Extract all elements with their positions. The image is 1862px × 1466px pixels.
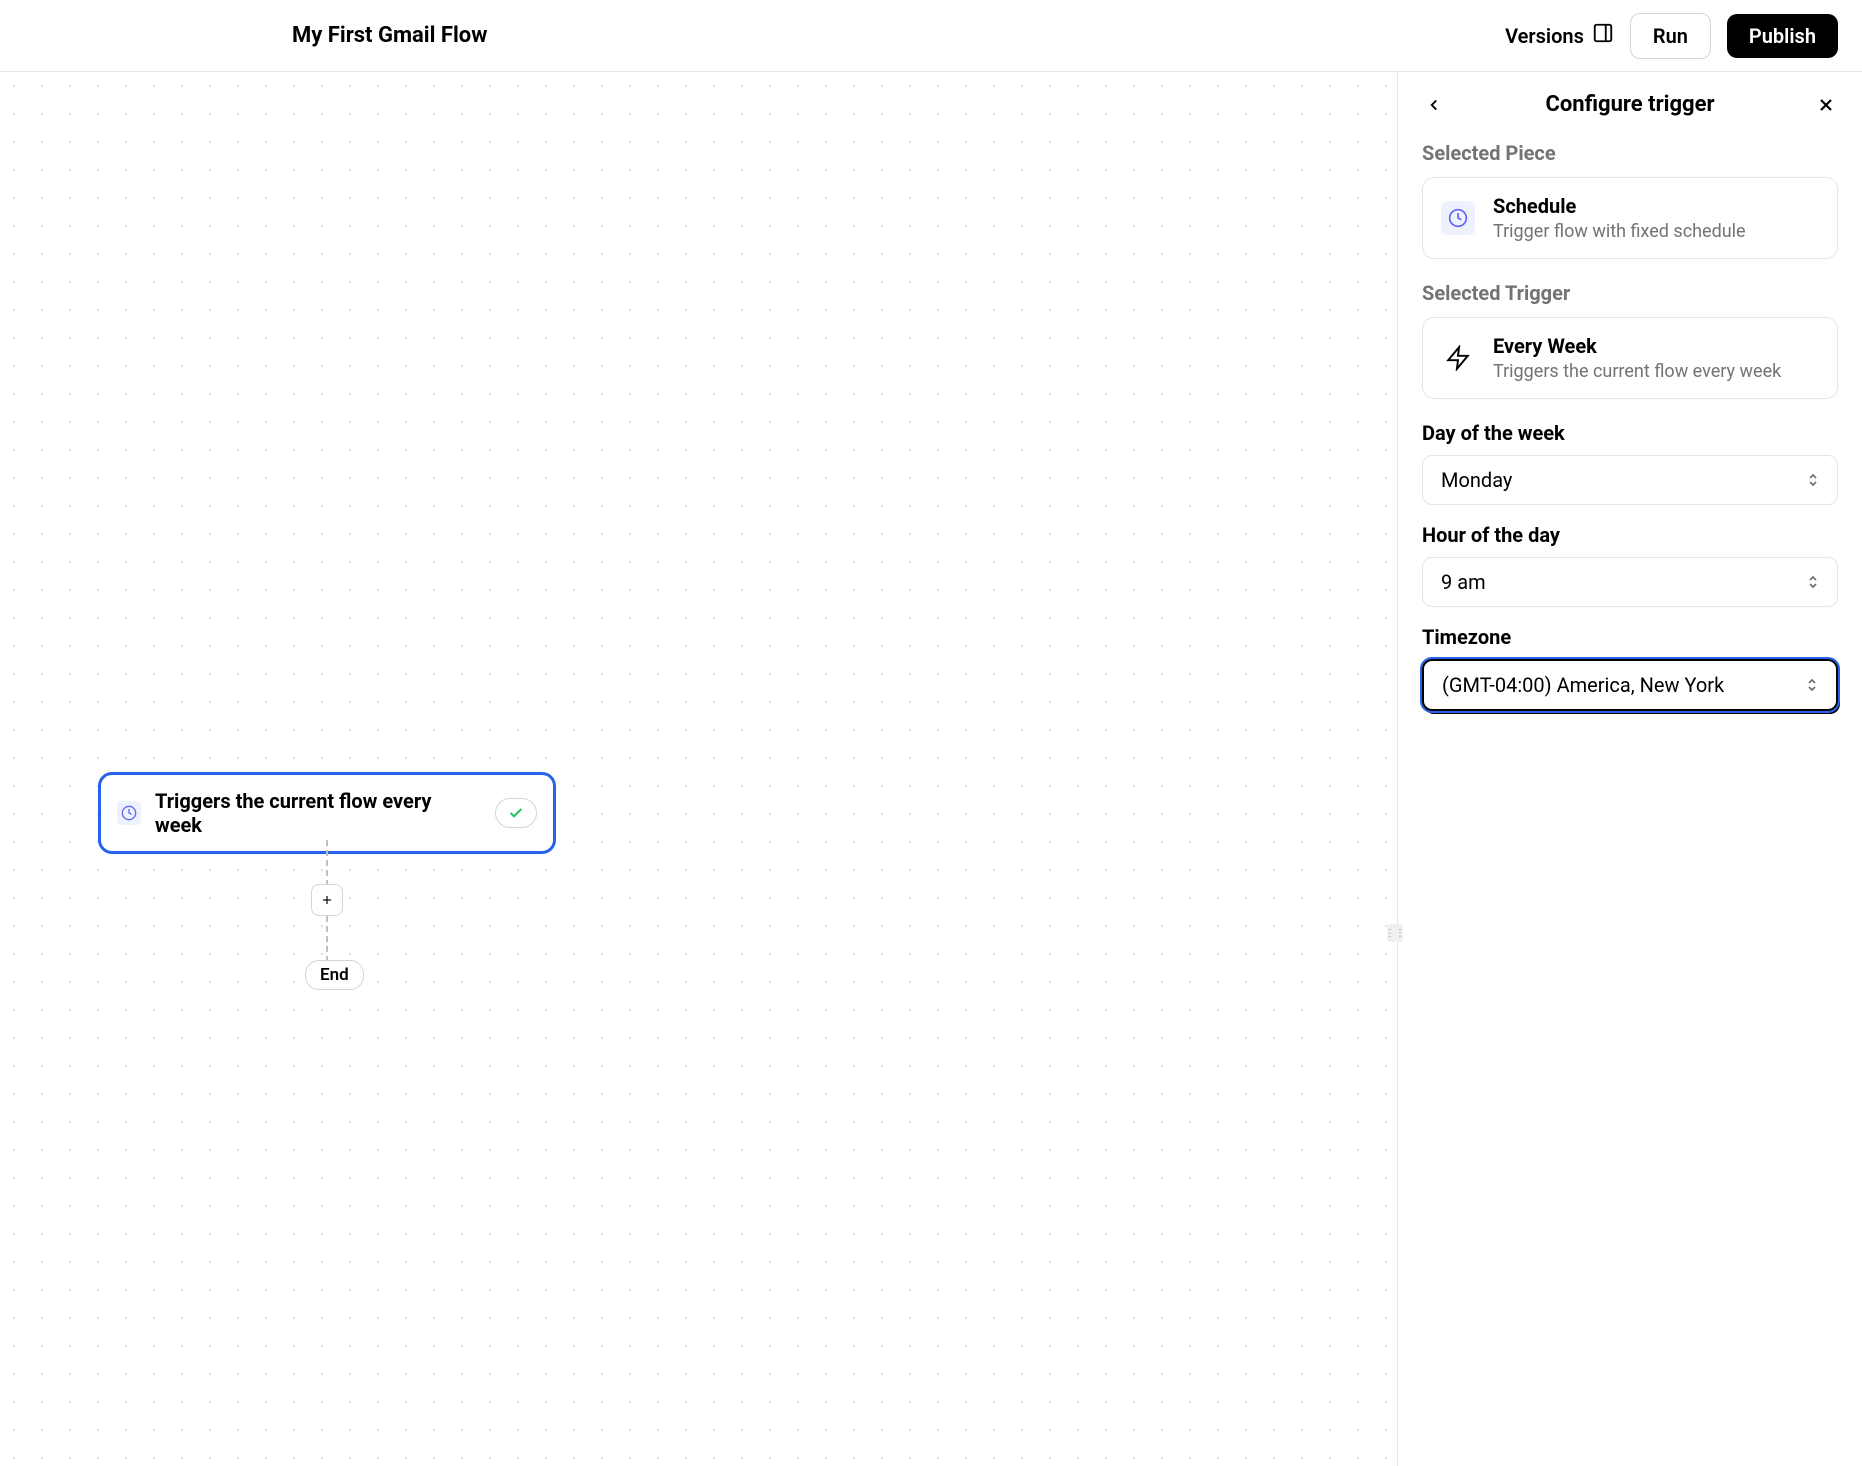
hour-select[interactable]: 9 am	[1422, 557, 1838, 607]
chevron-up-down-icon	[1807, 575, 1819, 589]
selected-piece-label: Selected Piece	[1422, 141, 1838, 165]
flow-canvas[interactable]: Triggers the current flow every week End…	[0, 72, 1398, 1466]
hour-field-label: Hour of the day	[1422, 523, 1838, 547]
run-button[interactable]: Run	[1630, 13, 1711, 59]
piece-desc: Trigger flow with fixed schedule	[1493, 221, 1746, 242]
main-area: Triggers the current flow every week End…	[0, 72, 1862, 1466]
schedule-icon	[1441, 201, 1475, 235]
trigger-valid-badge	[495, 798, 537, 828]
schedule-icon	[117, 801, 141, 825]
add-step-button[interactable]	[311, 884, 343, 916]
flow-connector-line	[326, 916, 328, 962]
back-button[interactable]	[1422, 93, 1446, 117]
day-value: Monday	[1441, 468, 1512, 492]
bolt-icon	[1441, 341, 1475, 375]
selected-piece-card[interactable]: Schedule Trigger flow with fixed schedul…	[1422, 177, 1838, 259]
trigger-desc: Triggers the current flow every week	[1493, 361, 1781, 382]
timezone-field-label: Timezone	[1422, 625, 1838, 649]
versions-button[interactable]: Versions	[1505, 22, 1614, 49]
header-bar: My First Gmail Flow Versions Run Publish	[0, 0, 1862, 72]
panel-right-icon	[1592, 22, 1614, 49]
publish-button[interactable]: Publish	[1727, 14, 1838, 58]
close-button[interactable]	[1814, 93, 1838, 117]
day-field-label: Day of the week	[1422, 421, 1838, 445]
panel-title: Configure trigger	[1545, 92, 1714, 117]
piece-info: Schedule Trigger flow with fixed schedul…	[1493, 194, 1746, 242]
selected-trigger-card[interactable]: Every Week Triggers the current flow eve…	[1422, 317, 1838, 399]
end-node: End	[305, 960, 364, 990]
header-actions: Versions Run Publish	[1505, 13, 1838, 59]
day-select[interactable]: Monday	[1422, 455, 1838, 505]
chevron-up-down-icon	[1806, 678, 1818, 692]
timezone-value: (GMT-04:00) America, New York	[1442, 673, 1724, 697]
hour-value: 9 am	[1441, 570, 1486, 594]
panel-resize-handle[interactable]: ⋮⋮	[1387, 924, 1403, 942]
chevron-up-down-icon	[1807, 473, 1819, 487]
timezone-select[interactable]: (GMT-04:00) America, New York	[1422, 659, 1838, 711]
trigger-info: Every Week Triggers the current flow eve…	[1493, 334, 1781, 382]
flow-title[interactable]: My First Gmail Flow	[292, 23, 487, 48]
piece-name: Schedule	[1493, 194, 1746, 218]
selected-trigger-label: Selected Trigger	[1422, 281, 1838, 305]
panel-header: Configure trigger	[1422, 92, 1838, 117]
configure-trigger-panel: Configure trigger Selected Piece Schedul…	[1398, 72, 1862, 1466]
trigger-node-text: Triggers the current flow every week	[155, 789, 481, 837]
versions-label: Versions	[1505, 24, 1584, 48]
trigger-name: Every Week	[1493, 334, 1781, 358]
flow-connector-line	[326, 840, 328, 886]
